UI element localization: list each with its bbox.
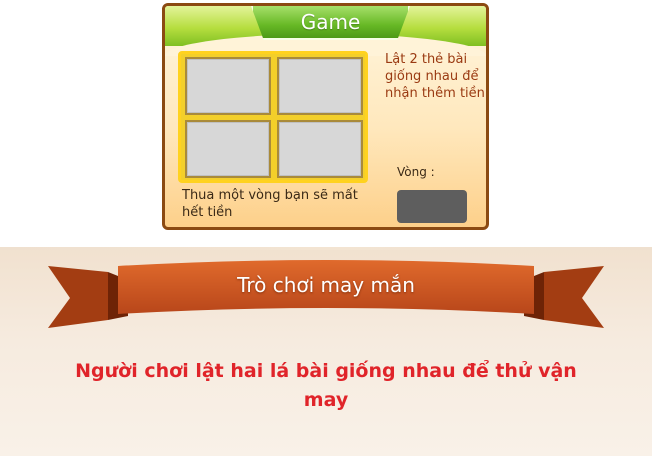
game-title-tab: Game (251, 6, 410, 40)
game-title: Game (300, 10, 361, 34)
title-ribbon: Trò chơi may mắn (0, 258, 652, 338)
round-display (397, 190, 467, 223)
card-2[interactable] (277, 57, 363, 115)
round-label: Vòng : (397, 165, 435, 179)
card-3[interactable] (185, 120, 271, 178)
card-1[interactable] (185, 57, 271, 115)
caption-text: Người chơi lật hai lá bài giống nhau để … (75, 360, 577, 411)
game-panel: Game Lật 2 thẻ bài giống nhau để nhận th… (162, 3, 489, 230)
card-board (178, 51, 368, 183)
banner-title: Trò chơi may mắn (237, 273, 415, 297)
card-4[interactable] (277, 120, 363, 178)
ribbon-shape (48, 260, 604, 328)
instruction-text: Lật 2 thẻ bài giống nhau để nhận thêm ti… (385, 52, 485, 101)
lose-warning-text: Thua một vòng bạn sẽ mất hết tiền (182, 188, 358, 220)
